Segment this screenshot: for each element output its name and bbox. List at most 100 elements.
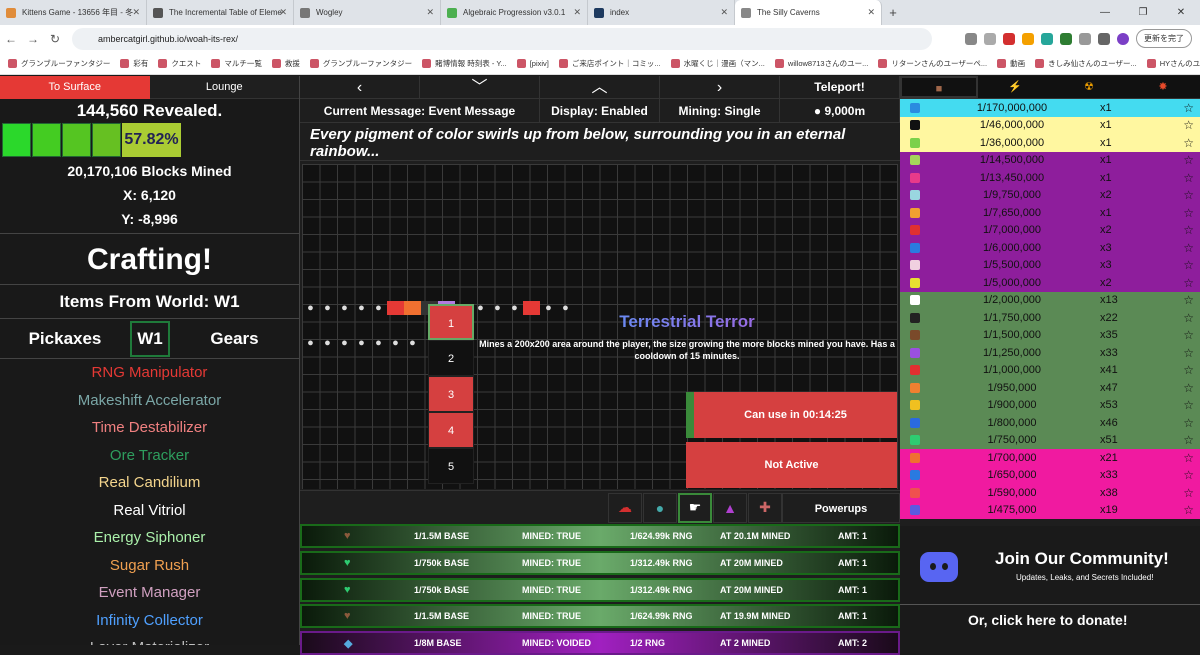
gear-item[interactable]: Layer Materializer [0, 634, 299, 645]
browser-tab-active[interactable]: The Silly Caverns ✕ [735, 0, 882, 25]
browser-tab[interactable]: index ✕ [588, 0, 735, 25]
powerup-slot[interactable]: 4 [428, 412, 474, 448]
close-icon[interactable]: ✕ [573, 7, 581, 18]
star-icon[interactable]: ☆ [1183, 276, 1194, 290]
star-icon[interactable]: ☆ [1183, 311, 1194, 325]
star-icon[interactable]: ☆ [1183, 101, 1194, 115]
star-icon[interactable]: ☆ [1183, 188, 1194, 202]
move-down-button[interactable]: ﹀ [420, 76, 540, 98]
gear-item[interactable]: Makeshift Accelerator [0, 387, 299, 415]
orb-icon[interactable]: ● [643, 492, 677, 523]
bookmark-item[interactable]: willow8713さんのユー... [774, 58, 868, 69]
powerup-slot[interactable]: 5 [428, 448, 474, 484]
gear-item[interactable]: Real Candilium [0, 469, 299, 497]
star-icon[interactable]: ☆ [1183, 503, 1194, 517]
star-icon[interactable]: ☆ [1183, 328, 1194, 342]
star-icon[interactable]: ☆ [1183, 468, 1194, 482]
star-icon[interactable]: ☆ [1183, 486, 1194, 500]
star-icon[interactable]: ☆ [1183, 118, 1194, 132]
bookmark-item[interactable]: 彩有 [120, 58, 148, 69]
community-box[interactable]: Join Our Community! Updates, Leaks, and … [900, 526, 1200, 645]
mining-mode-toggle[interactable]: Mining: Single [660, 99, 780, 122]
bookmark-item[interactable]: 動画 [997, 58, 1025, 69]
move-right-button[interactable]: › [660, 76, 780, 98]
bookmark-item[interactable]: 賭博情報 時刻表 - Y... [422, 58, 507, 69]
star-icon[interactable]: ☆ [1183, 171, 1194, 185]
extension-icon[interactable] [1041, 32, 1053, 45]
hand-icon[interactable]: ☛ [678, 492, 712, 523]
gear-item[interactable]: RNG Manipulator [0, 359, 299, 387]
bandage-icon[interactable]: ✚ [748, 492, 782, 523]
move-left-button[interactable]: ‹ [300, 76, 420, 98]
powerup-slot[interactable]: 3 [428, 376, 474, 412]
gear-item[interactable]: Sugar Rush [0, 552, 299, 580]
witch-hat-icon[interactable]: ▲ [713, 492, 747, 523]
close-window-icon[interactable]: ✕ [1162, 0, 1200, 25]
bookmark-item[interactable]: リターンさんのユーザーペ... [878, 58, 987, 69]
star-icon[interactable]: ☆ [1183, 241, 1194, 255]
extension-icon[interactable] [1003, 32, 1015, 45]
bookmark-item[interactable]: 救援 [271, 58, 300, 69]
tab-radioactive[interactable]: ☢ [1052, 76, 1126, 98]
browser-tab[interactable]: Kittens Game - 13656 年目 - 冬 ✕ [0, 0, 147, 25]
activate-button[interactable]: Not Active [686, 442, 897, 488]
close-icon[interactable]: ✕ [279, 7, 287, 18]
star-icon[interactable]: ☆ [1183, 381, 1194, 395]
star-icon[interactable]: ☆ [1183, 223, 1194, 237]
powerup-slot[interactable]: 1 [428, 304, 474, 340]
gear-item[interactable]: Energy Siphoner [0, 524, 299, 552]
pickaxes-tab[interactable]: Pickaxes [0, 329, 130, 349]
discord-icon[interactable] [920, 552, 958, 582]
reload-icon[interactable]: ↻ [44, 32, 66, 46]
bookmark-item[interactable]: グランブルーファンタジー [309, 58, 412, 69]
gear-item[interactable]: Ore Tracker [0, 442, 299, 470]
star-icon[interactable]: ☆ [1183, 416, 1194, 430]
maximize-icon[interactable]: ❐ [1124, 0, 1162, 25]
close-icon[interactable]: ✕ [426, 7, 434, 18]
star-icon[interactable]: ☆ [1183, 398, 1194, 412]
gears-tab[interactable]: Gears [170, 329, 299, 349]
browser-tab[interactable]: The Incremental Table of Eleme ✕ [147, 0, 294, 25]
browser-tab[interactable]: Wogley ✕ [294, 0, 441, 25]
star-icon[interactable]: ☆ [1183, 363, 1194, 377]
extension-icon[interactable] [1022, 32, 1034, 45]
back-icon[interactable]: ← [0, 32, 22, 46]
star-icon[interactable]: ☆ [1183, 433, 1194, 447]
new-tab-button[interactable]: + [882, 0, 904, 25]
star-icon[interactable]: ☆ [1183, 206, 1194, 220]
close-icon[interactable]: ✕ [720, 7, 728, 18]
gear-item[interactable]: Real Vitriol [0, 497, 299, 525]
star-icon[interactable]: ☆ [1183, 346, 1194, 360]
star-icon[interactable]: ☆ [1183, 153, 1194, 167]
world-selector[interactable]: W1 [130, 320, 170, 357]
donate-link[interactable]: Or, click here to donate! [968, 612, 1128, 628]
cooldown-button[interactable]: Can use in 00:14:25 [686, 392, 897, 438]
bookmark-item[interactable]: グランブルーファンタジー [8, 58, 110, 69]
update-button[interactable]: 更新を完了 [1136, 29, 1192, 48]
powerups-button[interactable]: Powerups [782, 492, 900, 523]
to-surface-button[interactable]: To Surface [0, 76, 150, 99]
bookmark-item[interactable]: 水曜くじ｜漫画（マン... [670, 58, 765, 69]
lounge-button[interactable]: Lounge [149, 76, 299, 99]
current-message-toggle[interactable]: Current Message: Event Message [300, 99, 540, 122]
extension-icon[interactable] [1060, 32, 1072, 45]
puzzle-icon[interactable] [1098, 32, 1110, 45]
bookmark-item[interactable]: きしみ仙さんのユーザー... [1035, 58, 1137, 69]
extension-icon[interactable] [1079, 32, 1091, 45]
translate-icon[interactable] [965, 32, 977, 45]
bookmark-item[interactable]: [pixiv] [516, 59, 549, 68]
tab-power[interactable]: ⚡ [978, 76, 1052, 98]
powerup-slot[interactable]: 2 [428, 340, 474, 376]
url-field[interactable]: ambercatgirl.github.io/woah-its-rex/ [72, 28, 932, 50]
gear-item[interactable]: Infinity Collector [0, 607, 299, 635]
tab-explosion[interactable]: ✸ [1126, 76, 1200, 98]
star-icon[interactable]: ☆ [1183, 293, 1194, 307]
bookmark-item[interactable]: クエスト [158, 58, 201, 69]
forward-icon[interactable]: → [22, 32, 44, 46]
close-icon[interactable]: ✕ [867, 7, 875, 18]
close-icon[interactable]: ✕ [132, 7, 140, 18]
bookmark-item[interactable]: ご来店ポイント｜コミッ... [558, 58, 661, 69]
avatar[interactable] [1117, 32, 1129, 45]
gear-item[interactable]: Time Destabilizer [0, 414, 299, 442]
display-toggle[interactable]: Display: Enabled [540, 99, 660, 122]
